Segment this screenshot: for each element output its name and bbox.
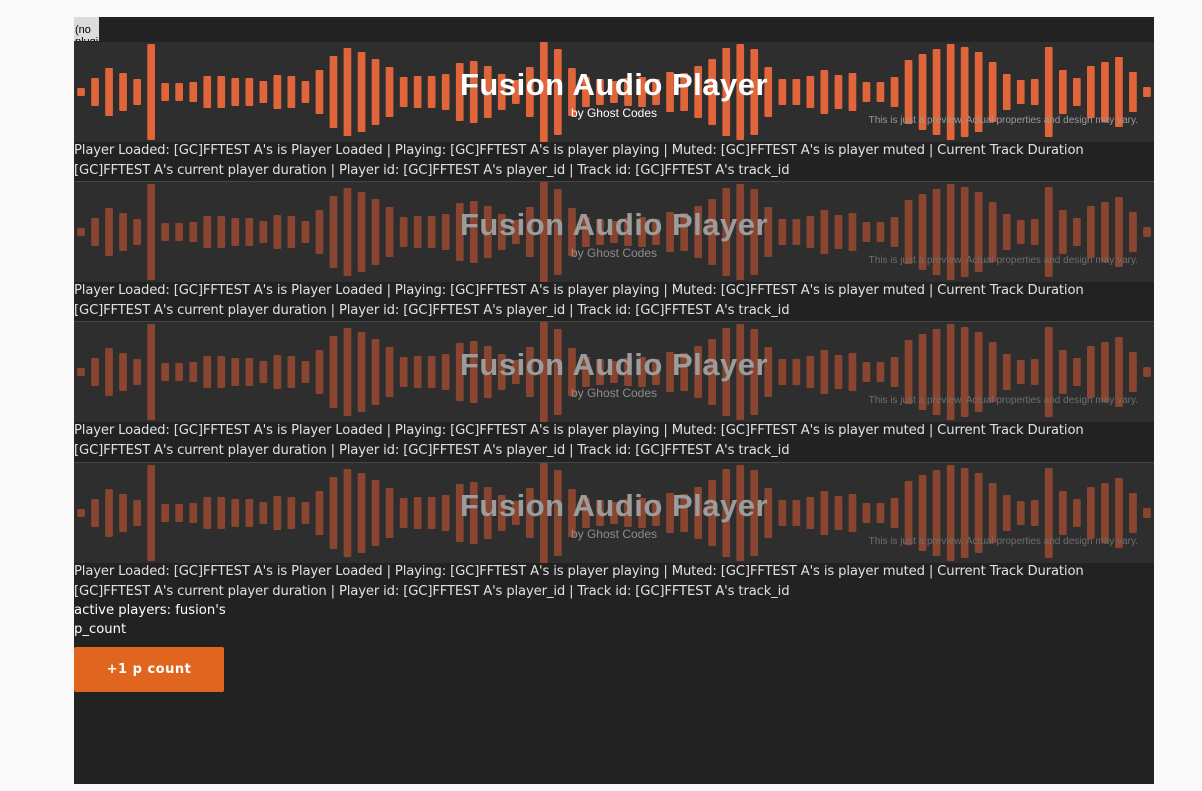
preview-note: This is just a preview. Actual propertie… [868,255,1138,266]
player-status-text: Player Loaded: [GC]FFTEST A's is Player … [74,143,1084,178]
player-status-text: Player Loaded: [GC]FFTEST A's is Player … [74,564,1084,599]
p-count-label: p_count [74,622,127,637]
active-players-label: active players: fusion's [74,603,226,618]
audio-player-1[interactable]: Fusion Audio Player by Ghost Codes This … [74,42,1154,142]
player-status-text: Player Loaded: [GC]FFTEST A's is Player … [74,283,1084,318]
preview-note: This is just a preview. Actual propertie… [868,395,1138,406]
player-title: Fusion Audio Player [459,207,769,242]
audio-player-2[interactable]: Fusion Audio Player by Ghost Codes This … [74,182,1154,282]
preview-note: This is just a preview. Actual propertie… [868,115,1138,126]
preview-note: This is just a preview. Actual propertie… [868,536,1138,547]
audio-player-4[interactable]: Fusion Audio Player by Ghost Codes This … [74,463,1154,563]
app-canvas: (no plugin) Fusion Audio Player by Ghost… [74,17,1154,784]
player-title: Fusion Audio Player [459,67,769,102]
player-title: Fusion Audio Player [459,488,769,523]
audio-player-3[interactable]: Fusion Audio Player by Ghost Codes This … [74,322,1154,422]
increment-p-count-button[interactable]: +1 p count [74,647,224,692]
missing-plugin-placeholder: (no plugin) [74,17,99,41]
player-title: Fusion Audio Player [459,347,769,382]
player-status-text: Player Loaded: [GC]FFTEST A's is Player … [74,423,1084,458]
